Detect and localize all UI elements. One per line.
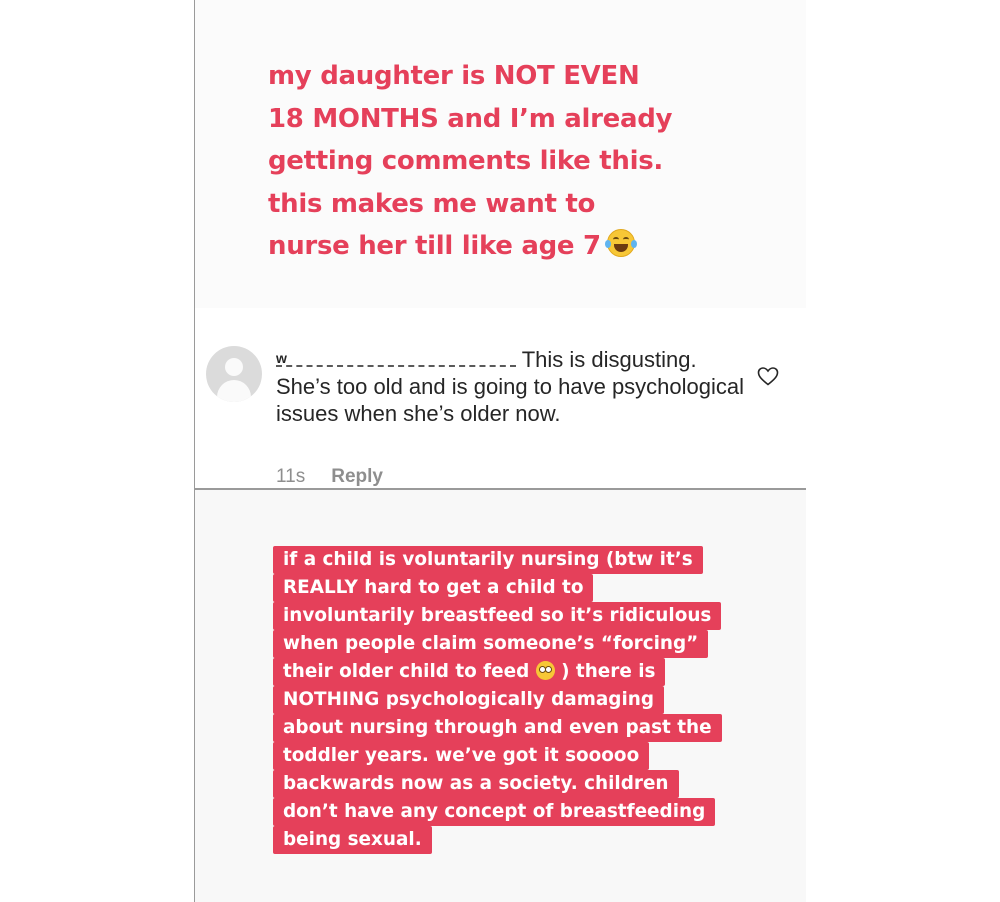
reply-button[interactable]: Reply (331, 466, 383, 487)
caption-line: toddler years. we’ve got it sooooo (273, 742, 650, 770)
caption-line: when people claim someone’s “forcing” (273, 630, 709, 658)
caption-line-with-emoji: their older child to feed ) there is (273, 658, 666, 686)
comment-body-rest: She’s too old and is going to have psych… (276, 374, 745, 426)
username-redacted[interactable]: w (276, 350, 516, 367)
caption-line: involuntarily breastfeed so it’s ridicul… (273, 602, 722, 630)
avatar[interactable] (206, 346, 262, 402)
headline-line: my daughter is NOT EVEN (268, 61, 640, 91)
caption-text: their older child to feed (283, 661, 530, 682)
caption-line: if a child is voluntarily nursing (btw i… (273, 546, 703, 574)
caption-line: don’t have any concept of breastfeeding (273, 798, 716, 826)
headline-line: getting comments like this. (268, 146, 663, 176)
headline-line: nurse her till like age 7 (268, 231, 601, 261)
headline-line: 18 MONTHS and I’m already (268, 103, 673, 134)
caption-line: NOTHING psychologically damaging (273, 686, 665, 714)
caption-line: REALLY hard to get a child to (273, 574, 594, 602)
caption-text: ) there is (561, 661, 656, 682)
heart-icon[interactable] (756, 364, 780, 388)
headline-line: this makes me want to (268, 188, 596, 219)
face-with-tears-of-joy-icon (604, 229, 637, 257)
comment-timestamp: 11s (276, 466, 306, 487)
comment-text: w This is disgusting. She’s too old and … (276, 346, 746, 427)
comment-body-first: This is disgusting. (521, 347, 697, 372)
face-with-rolling-eyes-icon (535, 661, 555, 680)
caption-line: about nursing through and even past the (273, 714, 722, 742)
story-headline: my daughter is NOT EVEN 18 MONTHS and I’… (268, 55, 728, 268)
comment-meta: 11s Reply (276, 466, 383, 488)
caption-line: being sexual. (273, 826, 432, 854)
story-caption: if a child is voluntarily nursing (btw i… (273, 546, 722, 854)
caption-line: backwards now as a society. children (273, 770, 679, 798)
